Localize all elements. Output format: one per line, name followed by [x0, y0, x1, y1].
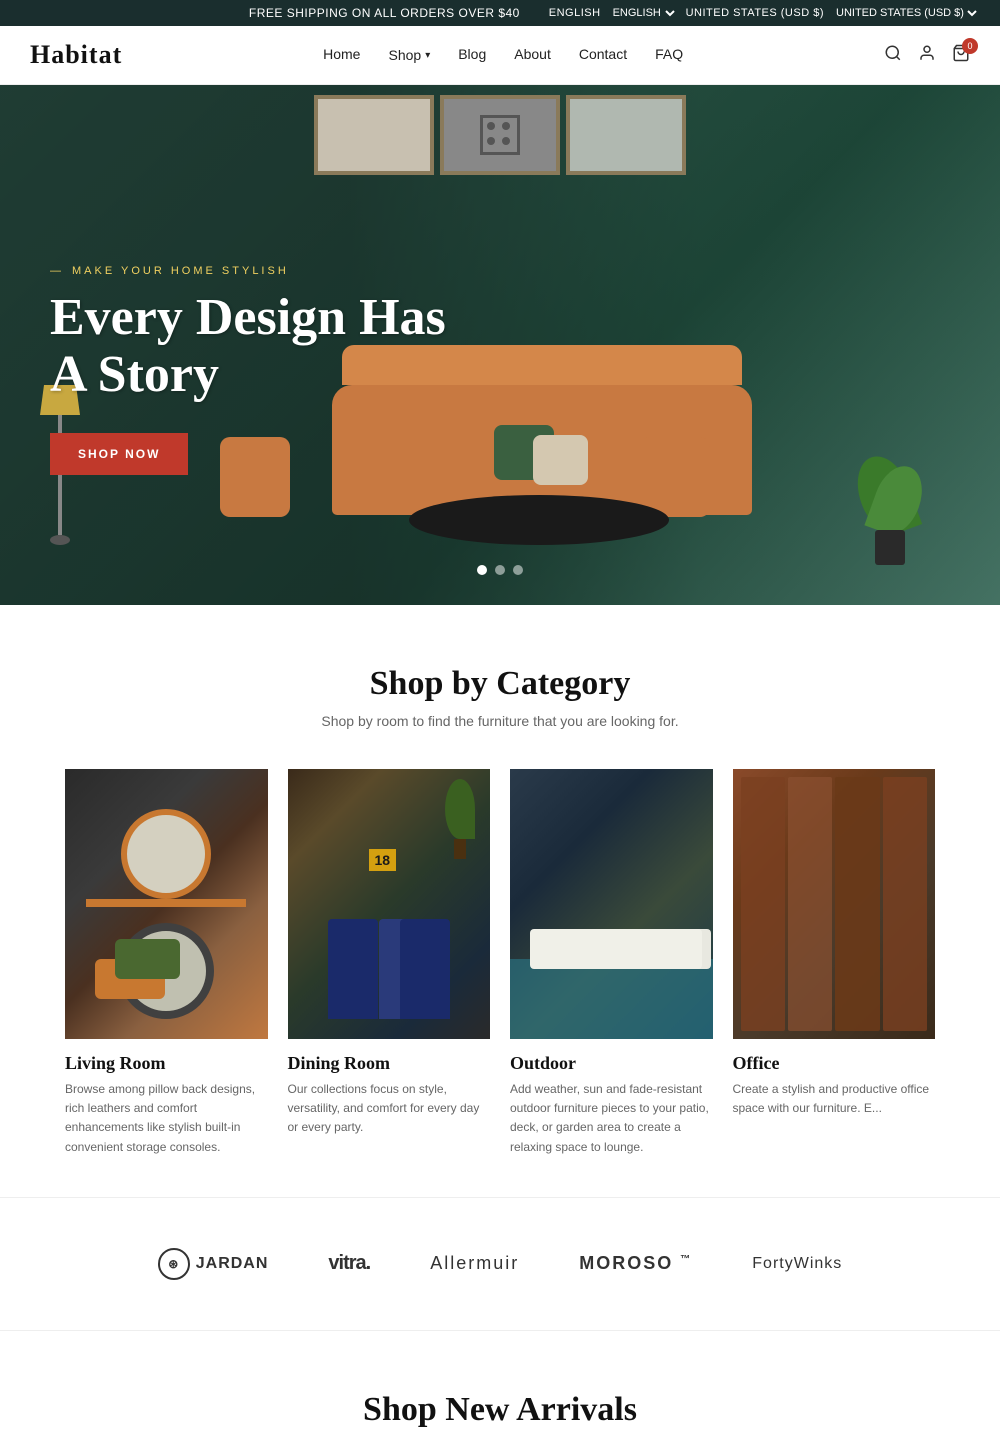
category-office: Office Create a stylish and productive o…	[733, 769, 936, 1157]
nav-faq[interactable]: FAQ	[655, 46, 683, 62]
office-visual	[733, 769, 936, 1039]
pillow-2	[533, 435, 588, 485]
pool-water	[510, 959, 713, 1039]
living-room-desc: Browse among pillow back designs, rich l…	[65, 1080, 268, 1157]
shelf	[86, 899, 246, 907]
category-outdoor-image[interactable]	[510, 769, 713, 1039]
main-nav: Home Shop Blog About Contact FAQ	[323, 46, 683, 64]
hero-subtitle: MAKE YOUR HOME STYLISH	[50, 265, 470, 277]
outdoor-visual	[510, 769, 713, 1039]
category-section-subtitle: Shop by room to find the furniture that …	[0, 713, 1000, 729]
announcement-text: FREE SHIPPING ON ALL ORDERS OVER $40	[220, 6, 549, 20]
header-icons: 0	[884, 44, 970, 67]
coffee-table	[409, 495, 669, 545]
outdoor-desc: Add weather, sun and fade-resistant outd…	[510, 1080, 713, 1157]
cart-button[interactable]: 0	[952, 44, 970, 67]
new-arrivals-title: Shop New Arrivals	[0, 1391, 1000, 1429]
brand-moroso[interactable]: MOROSO ™	[579, 1253, 692, 1274]
fortywinks-label: FortyWinks	[752, 1255, 842, 1272]
vitra-label: vitra.	[328, 1252, 370, 1274]
category-dining-room: 18 Dining Room Our collections focus on …	[288, 769, 511, 1157]
category-office-image[interactable]	[733, 769, 936, 1039]
brand-fortywinks[interactable]: FortyWinks	[752, 1255, 842, 1273]
search-icon	[884, 44, 902, 62]
dining-chair-3	[400, 919, 450, 1019]
top-bar-right: ENGLISH ENGLISH UNITED STATES (USD $) UN…	[549, 6, 980, 20]
jardan-label: JARDAN	[196, 1255, 269, 1273]
user-icon	[918, 44, 936, 62]
art-frames	[314, 95, 686, 175]
green-cushion	[115, 939, 180, 979]
category-dining-room-image[interactable]: 18	[288, 769, 491, 1039]
language-select[interactable]: ENGLISH	[609, 6, 678, 20]
brands-section: ⊛ JARDAN vitra. Allermuir MOROSO ™ Forty…	[0, 1197, 1000, 1331]
hero-dot-3[interactable]	[513, 565, 523, 575]
nav-shop[interactable]: Shop	[388, 47, 430, 63]
lamp-base	[50, 535, 70, 545]
top-bar: FREE SHIPPING ON ALL ORDERS OVER $40 ENG…	[0, 0, 1000, 26]
dining-plant	[440, 779, 480, 859]
category-grid: Living Room Browse among pillow back des…	[0, 769, 1000, 1157]
living-room-visual	[65, 769, 268, 1039]
search-button[interactable]	[884, 44, 902, 67]
shop-now-button[interactable]: SHOP NOW	[50, 433, 188, 475]
panel-4	[883, 777, 927, 1031]
category-living-room-image[interactable]	[65, 769, 268, 1039]
shop-by-category-section: Shop by Category Shop by room to find th…	[0, 605, 1000, 1197]
hero-dots	[477, 565, 523, 575]
office-desc: Create a stylish and productive office s…	[733, 1080, 936, 1118]
panel-2	[788, 777, 832, 1031]
logo[interactable]: Habitat	[30, 40, 122, 70]
sofa-arm-right	[640, 437, 710, 517]
dining-room-desc: Our collections focus on style, versatil…	[288, 1080, 491, 1138]
panel-3	[835, 777, 879, 1031]
nav-about[interactable]: About	[514, 46, 551, 62]
dining-plant-body	[445, 779, 475, 839]
new-arrivals-section: Shop New Arrivals	[0, 1331, 1000, 1454]
moroso-label: MOROSO	[579, 1253, 673, 1273]
category-section-title: Shop by Category	[0, 665, 1000, 703]
dining-plant-stem	[454, 839, 466, 859]
account-button[interactable]	[918, 44, 936, 67]
outdoor-chair-3	[582, 929, 702, 969]
nav-contact[interactable]: Contact	[579, 46, 627, 62]
art-frame-2	[440, 95, 560, 175]
hero-title: Every Design Has A Story	[50, 289, 470, 403]
outdoor-name: Outdoor	[510, 1053, 713, 1074]
jardan-icon: ⊛	[158, 1248, 190, 1280]
table-number: 18	[369, 849, 397, 871]
brand-vitra[interactable]: vitra.	[328, 1252, 370, 1275]
panel-1	[741, 777, 785, 1031]
hero-section: MAKE YOUR HOME STYLISH Every Design Has …	[0, 85, 1000, 605]
plant	[860, 445, 920, 565]
dining-chair-1	[328, 919, 378, 1019]
living-room-name: Living Room	[65, 1053, 268, 1074]
brand-jardan[interactable]: ⊛ JARDAN	[158, 1248, 269, 1280]
allermuir-label: Allermuir	[430, 1253, 519, 1273]
nav-home[interactable]: Home	[323, 46, 360, 62]
dining-room-visual: 18	[288, 769, 491, 1039]
mirror	[121, 809, 211, 899]
dining-room-name: Dining Room	[288, 1053, 491, 1074]
art-frame-3	[566, 95, 686, 175]
brand-allermuir[interactable]: Allermuir	[430, 1253, 519, 1274]
cart-badge: 0	[962, 38, 978, 54]
language-label: ENGLISH	[549, 7, 601, 19]
currency-select[interactable]: UNITED STATES (USD $)	[832, 6, 980, 20]
category-outdoor: Outdoor Add weather, sun and fade-resist…	[510, 769, 733, 1157]
wood-panels	[733, 769, 936, 1039]
currency-label: UNITED STATES (USD $)	[686, 7, 824, 19]
hero-dot-2[interactable]	[495, 565, 505, 575]
moroso-trademark: ™	[680, 1254, 692, 1265]
nav-blog[interactable]: Blog	[458, 46, 486, 62]
hero-content: MAKE YOUR HOME STYLISH Every Design Has …	[50, 265, 470, 475]
hero-dot-1[interactable]	[477, 565, 487, 575]
plant-pot	[875, 530, 905, 565]
office-name: Office	[733, 1053, 936, 1074]
category-living-room: Living Room Browse among pillow back des…	[65, 769, 288, 1157]
art-frame-1	[314, 95, 434, 175]
header: Habitat Home Shop Blog About Contact FAQ…	[0, 26, 1000, 85]
